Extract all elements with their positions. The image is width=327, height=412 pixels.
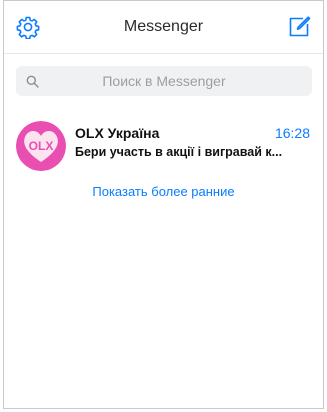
compose-icon[interactable] xyxy=(287,15,311,39)
conversation-name: OLX Україна xyxy=(75,125,160,141)
conversation-time: 16:28 xyxy=(274,125,310,141)
show-earlier-link[interactable]: Показать более ранние xyxy=(4,184,323,199)
header: Messenger xyxy=(4,1,323,54)
conversation-preview: Бери участь в акції і вигравай к... xyxy=(75,145,283,159)
search-input[interactable] xyxy=(16,66,312,96)
search-bar[interactable] xyxy=(16,66,312,96)
avatar: OLX xyxy=(16,121,66,171)
conversation-item[interactable]: OLX OLX Україна 16:28 Бери участь в акці… xyxy=(4,115,323,175)
messenger-panel: Messenger OLX OLX Укр xyxy=(3,0,324,409)
avatar-logo-text: OLX xyxy=(29,139,54,153)
header-title: Messenger xyxy=(123,18,204,35)
